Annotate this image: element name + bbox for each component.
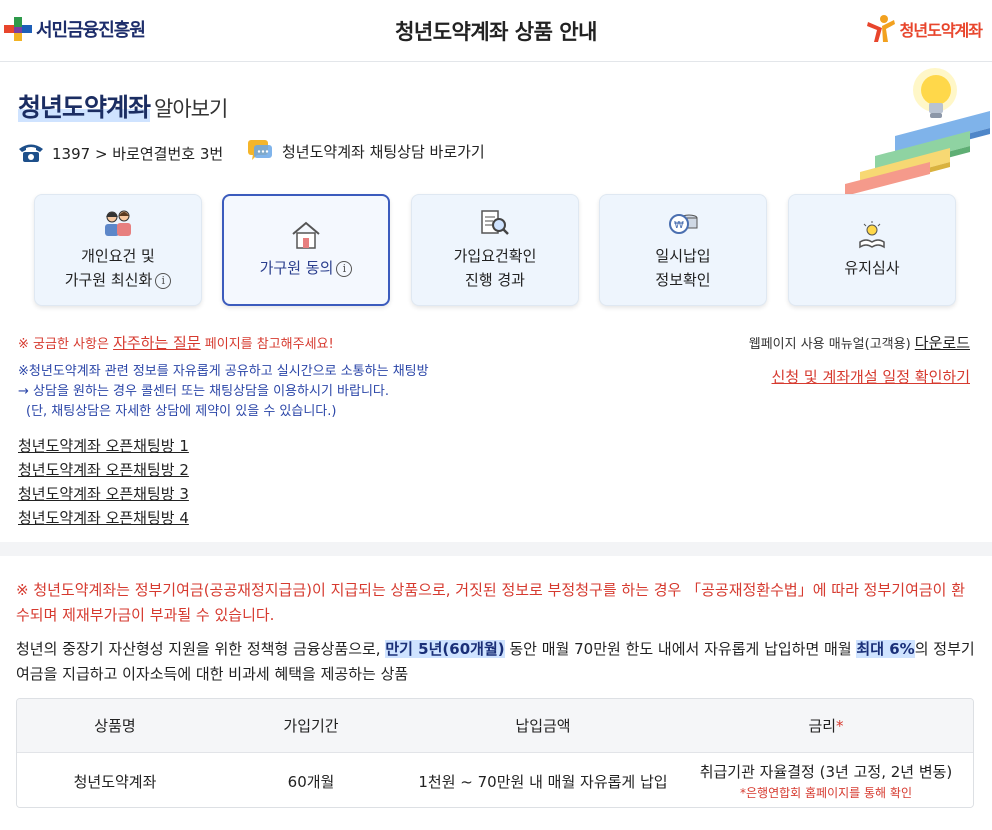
family-icon [102,208,134,238]
step-card-maintenance-review[interactable]: 유지심사 [788,194,956,306]
column-header: 납입금액 [515,717,571,735]
highlight-rate: 최대 6% [856,640,915,658]
step-label: 가구원 동의 i [260,256,353,280]
step-card-eligibility-check[interactable]: 가입요건확인 진행 경과 [411,194,579,306]
manual-download-link[interactable]: 다운로드 [915,334,970,352]
product-description: 청년의 중장기 자산형성 지원을 위한 정책형 금융상품으로, 만기 5년(60… [16,640,975,683]
open-chat-room-link-1[interactable]: 청년도약계좌 오픈채팅방 1 [18,434,189,458]
faq-link[interactable]: 자주하는 질문 [113,334,201,352]
page-title: 청년도약계좌 상품 안내 [395,20,597,44]
lightbulb-stairs-illustration [840,66,990,196]
svg-text:₩: ₩ [674,220,684,231]
open-chat-room-link-3[interactable]: 청년도약계좌 오픈채팅방 3 [18,482,189,506]
rate-note: *은행연합회 홈페이지를 통해 확인 [739,786,912,800]
open-chat-room-link-2[interactable]: 청년도약계좌 오픈채팅방 2 [18,458,189,482]
phone-contact: 1397 > 바로연결번호 3번 [18,142,223,164]
top-header: 서민금융진흥원 청년도약계좌 상품 안내 청년도약계좌 [0,0,992,62]
table-cell: 1천원 ~ 70만원 내 매월 자유롭게 납입 [418,772,668,791]
step-card-household-consent[interactable]: 가구원 동의 i [222,194,390,306]
manual-download: 웹페이지 사용 매뉴얼(고객용) 다운로드 [748,334,970,352]
column-header: 상품명 [94,717,136,735]
table-cell: 취급기관 자율결정 (3년 고정, 2년 변동) *은행연합회 홈페이지를 통해… [699,763,953,800]
step-label: 가입요건확인 진행 경과 [453,247,537,289]
step-label: 개인요건 및 가구원 최신화 i [65,244,172,292]
table-cell: 60개월 [287,772,335,791]
phone-text: 1397 > 바로연결번호 3번 [52,144,224,163]
youth-figure-icon [864,12,898,46]
step-label: 유지심사 [844,259,900,277]
open-chat-room-list: 청년도약계좌 오픈채팅방 1 청년도약계좌 오픈채팅방 2 청년도약계좌 오픈채… [18,434,189,530]
info-icon[interactable]: i [336,260,353,277]
open-chat-room-link-4[interactable]: 청년도약계좌 오픈채팅방 4 [18,506,189,530]
intro-heading: 청년도약계좌 알아보기 [18,88,228,124]
step-card-lump-sum-info[interactable]: ₩ 일시납입 정보확인 [599,194,767,306]
highlight-term: 만기 5년(60개월) [385,640,505,658]
phone-icon [18,142,44,164]
intro-heading-highlight: 청년도약계좌 [18,93,151,122]
intro-heading-sub: 알아보기 [154,97,228,121]
required-marker: * [836,716,844,735]
info-icon[interactable]: i [155,272,172,289]
table-cell: 청년도약계좌 [73,772,157,791]
chat-consult-link[interactable]: 청년도약계좌 채팅상담 바로가기 [248,140,485,162]
column-header: 가입기간 [283,717,339,735]
table-header: 상품명 가입기간 납입금액 금리 * [17,699,973,753]
coin-stack-icon: ₩ [667,208,699,238]
lightbulb-book-icon [856,220,888,250]
product-table: 상품명 가입기간 납입금액 금리 * 청년도약계좌 60개월 1천원 ~ 70만원… [16,698,974,808]
fraud-warning: ※ 청년도약계좌는 정부기여금(공공재정지급금)이 지급되는 상품으로, 거짓된… [16,581,966,624]
youth-account-logo[interactable]: 청년도약계좌 [864,12,983,46]
house-icon [290,220,322,250]
section-divider [0,542,992,556]
youth-logo-text: 청년도약계좌 [899,21,983,40]
chat-room-description: ※청년도약계좌 관련 정보를 자유롭게 공유하고 실시간으로 소통하는 채팅방 … [18,364,429,419]
column-header: 금리 * [808,716,844,736]
chat-link-text: 청년도약계좌 채팅상담 바로가기 [282,142,485,161]
step-label: 일시납입 정보확인 [655,247,711,289]
chat-bubble-icon [248,140,272,162]
schedule-link[interactable]: 신청 및 계좌개설 일정 확인하기 [772,366,970,387]
table-row: 청년도약계좌 60개월 1천원 ~ 70만원 내 매월 자유롭게 납입 취급기관… [17,753,973,807]
step-card-personal-update[interactable]: 개인요건 및 가구원 최신화 i [34,194,202,306]
document-search-icon [479,208,511,238]
faq-notice: ※ 궁금한 사항은 자주하는 질문 페이지를 참고해주세요! [18,334,334,352]
process-steps: 개인요건 및 가구원 최신화 i 가구원 동의 i 가입요건확인 진행 경과 ₩… [34,194,956,306]
